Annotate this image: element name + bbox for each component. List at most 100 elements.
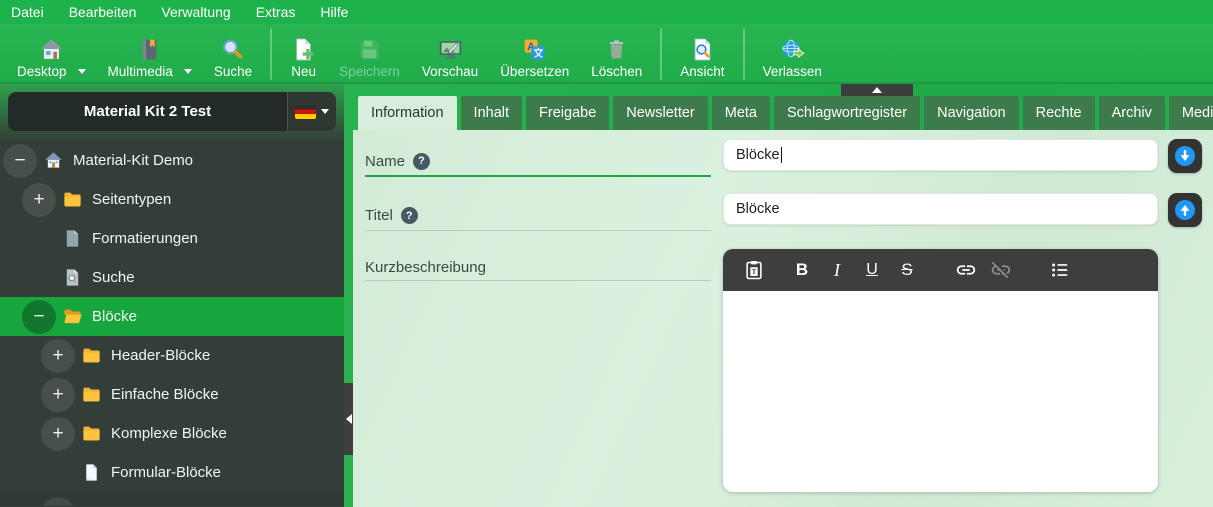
toolbar-group: DesktopMultimediaSuche	[6, 24, 263, 84]
tree-item-komplexe-blocke[interactable]: +Komplexe Blöcke	[0, 414, 344, 453]
help-icon[interactable]: ?	[401, 207, 418, 224]
underline-button[interactable]: U	[859, 257, 885, 283]
bullet-list-icon	[1049, 259, 1071, 281]
tab-newsletter[interactable]: Newsletter	[613, 96, 708, 130]
toolbar-separator	[743, 28, 745, 80]
tab-schlagwortregister[interactable]: Schlagwortregister	[774, 96, 920, 130]
richtext-content[interactable]	[723, 291, 1158, 492]
toolbar-button-ansicht[interactable]: Ansicht	[669, 24, 735, 84]
tree-item-label: Header-Blöcke	[111, 347, 210, 364]
tree-item-label: Suche	[92, 269, 135, 286]
menu-item-verwaltung[interactable]: Verwaltung	[161, 0, 230, 24]
toolbar: DesktopMultimediaSuche Neu Speichern Vorsch…	[0, 24, 1213, 84]
tree-item-formular-blocke[interactable]: Formular-Blöcke	[0, 453, 344, 492]
unlink-icon	[990, 259, 1012, 281]
titel-label: Titel ?	[365, 193, 711, 231]
glyph-u: U	[866, 261, 878, 279]
toolbar-separator	[660, 28, 662, 80]
toolbar-button-multimedia[interactable]: Multimedia	[97, 24, 203, 84]
plus-expander[interactable]: +	[41, 339, 75, 373]
menu-item-datei[interactable]: Datei	[11, 0, 44, 24]
richtext-toolbar: T BIUS	[723, 249, 1158, 291]
toolbar-button-label: Verlassen	[763, 64, 822, 79]
menu-bar: Datei Bearbeiten Verwaltung Extras Hilfe	[0, 0, 1213, 24]
toolbar-collapse-handle[interactable]	[841, 84, 913, 96]
menu-item-hilfe[interactable]: Hilfe	[320, 0, 348, 24]
name-label: Name ?	[365, 139, 711, 177]
tab-freigabe[interactable]: Freigabe	[526, 96, 609, 130]
toolbar-button-neu[interactable]: Neu	[279, 24, 328, 84]
tree-indent-spacer	[22, 261, 56, 295]
kurzbeschreibung-label: Kurzbeschreibung	[365, 247, 711, 281]
dropdown-caret-icon[interactable]	[184, 69, 192, 74]
tab-archiv[interactable]: Archiv	[1099, 96, 1165, 130]
toolbar-button-suche[interactable]: Suche	[203, 24, 263, 84]
unlink-button	[988, 257, 1014, 283]
menu-item-extras[interactable]: Extras	[256, 0, 296, 24]
tab-information[interactable]: Information	[358, 96, 457, 130]
copy-down-button[interactable]	[1168, 139, 1202, 173]
language-selector[interactable]	[287, 92, 336, 131]
tree-item-material-kit-demo[interactable]: −Material-Kit Demo	[0, 141, 344, 180]
content-area: InformationInhaltFreigabeNewsletterMetaS…	[353, 84, 1213, 507]
dropdown-caret-icon[interactable]	[78, 69, 86, 74]
folder-open-icon	[62, 307, 82, 327]
tree-item-blocke[interactable]: −Blöcke	[0, 297, 344, 336]
paste-button[interactable]: T	[741, 257, 767, 283]
tree-item-suche[interactable]: Suche	[0, 258, 344, 297]
toolbar-button-desktop[interactable]: Desktop	[6, 24, 97, 84]
tree-item-header-blocke[interactable]: + Header-Blöcke	[0, 336, 344, 375]
tree-item-einfache-blocke[interactable]: + Einfache Blöcke	[0, 375, 344, 414]
toolbar-separator	[270, 28, 272, 80]
german-flag-icon	[295, 105, 316, 119]
tab-rechte[interactable]: Rechte	[1023, 96, 1095, 130]
bold-button[interactable]: B	[789, 257, 815, 283]
toolbar-button-label: Speichern	[339, 64, 400, 79]
tree-item-label: Einfache Blöcke	[111, 386, 219, 403]
tab-meta[interactable]: Meta	[712, 96, 770, 130]
toolbar-button-loschen[interactable]: Löschen	[580, 24, 653, 84]
sidebar: Material Kit 2 Test −Material-Kit Demo+S…	[0, 84, 344, 507]
plus-expander[interactable]: +	[22, 183, 56, 217]
tab-media[interactable]: Media	[1169, 96, 1213, 130]
minus-expander[interactable]: −	[22, 300, 56, 334]
name-input[interactable]: Blöcke	[723, 139, 1158, 171]
site-selector[interactable]: Material Kit 2 Test	[8, 92, 336, 131]
toolbar-button-label-row: Vorschau	[422, 64, 478, 79]
sidebar-collapse-handle[interactable]	[344, 383, 353, 455]
chevron-left-icon	[346, 414, 352, 424]
plus-expander[interactable]: +	[41, 378, 75, 412]
document-search-icon	[62, 268, 82, 288]
tree-item-label: Seitentypen	[92, 191, 171, 208]
folder-icon	[81, 346, 101, 366]
toolbar-button-verlassen[interactable]: Verlassen	[752, 24, 833, 84]
strikethrough-button[interactable]: S	[894, 257, 920, 283]
bullet-list-button[interactable]	[1047, 257, 1073, 283]
minus-expander[interactable]: −	[3, 144, 37, 178]
toolbar-button-ubersetzen[interactable]: AÜbersetzen	[489, 24, 580, 84]
plus-expander[interactable]: +	[41, 417, 75, 451]
toolbar-button-label-row: Verlassen	[763, 64, 822, 79]
help-icon[interactable]: ?	[413, 153, 430, 170]
tree-row-partial	[0, 492, 344, 506]
sidebar-edge	[344, 84, 353, 507]
link-button[interactable]	[953, 257, 979, 283]
copy-up-button[interactable]	[1168, 193, 1202, 227]
toolbar-button-label: Ansicht	[680, 64, 724, 79]
toolbar-button-vorschau[interactable]: Vorschau	[411, 24, 489, 84]
tree-item-seitentypen[interactable]: + Seitentypen	[0, 180, 344, 219]
toolbar-button-label: Übersetzen	[500, 64, 569, 79]
view-icon	[689, 37, 716, 62]
document-gray-icon	[62, 229, 82, 249]
tree-item-formatierungen[interactable]: Formatierungen	[0, 219, 344, 258]
tab-inhalt[interactable]: Inhalt	[461, 96, 522, 130]
toolbar-button-label-row: Speichern	[339, 64, 400, 79]
italic-button[interactable]: I	[824, 257, 850, 283]
menu-item-bearbeiten[interactable]: Bearbeiten	[69, 0, 137, 24]
titel-input[interactable]: Blöcke	[723, 193, 1158, 225]
document-blue-icon	[81, 463, 101, 483]
toolbar-group: Neu Speichern Vorschau AÜbersetzenLöschen	[279, 24, 653, 84]
home-icon	[38, 37, 65, 62]
svg-text:T: T	[752, 269, 757, 276]
tab-navigation[interactable]: Navigation	[924, 96, 1019, 130]
